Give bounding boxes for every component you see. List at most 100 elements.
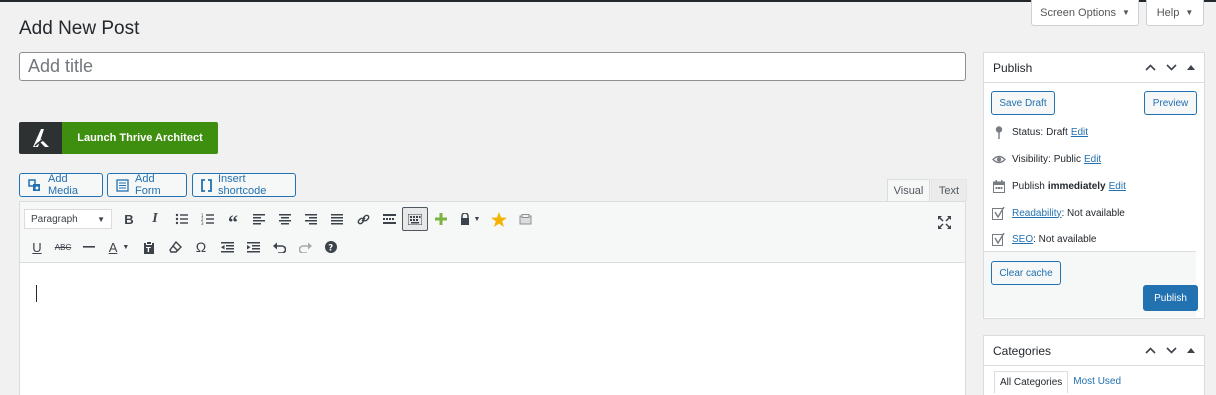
svg-text:3: 3 bbox=[201, 221, 204, 225]
publish-actions: Clear cache Publish bbox=[984, 251, 1198, 317]
pin-icon bbox=[992, 125, 1006, 139]
visibility-edit-link[interactable]: Edit bbox=[1084, 154, 1101, 165]
yoast-seo-icon bbox=[992, 232, 1006, 246]
help-icon[interactable]: ? bbox=[318, 235, 344, 259]
chevron-up-icon[interactable] bbox=[1145, 64, 1156, 71]
numbered-list-icon[interactable]: 123 bbox=[194, 207, 220, 231]
page-title: Add New Post bbox=[19, 18, 140, 39]
chevron-up-icon[interactable] bbox=[1145, 347, 1156, 354]
status-label: Status: bbox=[1012, 126, 1044, 138]
readability-link[interactable]: Readability bbox=[1012, 208, 1061, 219]
add-media-label: Add Media bbox=[48, 173, 78, 197]
text-color-icon[interactable]: A ▼ bbox=[102, 235, 136, 259]
categories-box-controls bbox=[1145, 347, 1195, 354]
insert-shortcode-label: Insert shortcode bbox=[218, 173, 267, 197]
paste-text-icon[interactable]: T bbox=[136, 235, 162, 259]
format-select[interactable]: Paragraph ▼ bbox=[24, 209, 112, 229]
kitchen-sink-icon[interactable] bbox=[402, 207, 428, 231]
status-value: Draft bbox=[1046, 126, 1068, 138]
thrive-button-label: Launch Thrive Architect bbox=[62, 122, 218, 154]
visibility-label: Visibility: bbox=[1012, 153, 1051, 165]
status-row: Status: Draft Edit bbox=[992, 125, 1088, 139]
tab-text[interactable]: Text bbox=[931, 179, 967, 201]
add-form-button[interactable]: Add Form bbox=[107, 173, 187, 197]
tab-all-categories[interactable]: All Categories bbox=[994, 371, 1069, 393]
publish-button[interactable]: Publish bbox=[1143, 285, 1198, 311]
align-right-icon[interactable] bbox=[298, 207, 324, 231]
text-cursor bbox=[36, 285, 37, 302]
seo-value: : Not available bbox=[1033, 233, 1097, 245]
clear-cache-button[interactable]: Clear cache bbox=[991, 261, 1061, 285]
categories-box-header: Categories bbox=[984, 336, 1204, 366]
toolbar-row-2: U ABC A ▼ T Ω ? bbox=[24, 235, 344, 259]
help-button[interactable]: Help ▼ bbox=[1146, 0, 1204, 26]
categories-box: Categories All Categories Most Used bbox=[983, 335, 1205, 395]
screen-options-button[interactable]: Screen Options ▼ bbox=[1031, 0, 1139, 26]
publish-box-title: Publish bbox=[993, 60, 1033, 75]
publish-date-edit-link[interactable]: Edit bbox=[1109, 181, 1126, 192]
categories-tabs: All Categories Most Used bbox=[994, 371, 1126, 393]
publish-label: Publish bbox=[1012, 180, 1045, 192]
readability-row: Readability : Not available bbox=[992, 206, 1125, 220]
tab-visual[interactable]: Visual bbox=[887, 179, 930, 201]
seo-link[interactable]: SEO bbox=[1012, 234, 1033, 245]
caret-down-icon: ▼ bbox=[122, 243, 130, 251]
fullscreen-expand-icon[interactable] bbox=[931, 210, 957, 234]
visibility-value: Public bbox=[1053, 153, 1081, 165]
save-draft-button[interactable]: Save Draft bbox=[991, 91, 1055, 115]
status-edit-link[interactable]: Edit bbox=[1071, 127, 1088, 138]
caret-down-icon: ▼ bbox=[97, 214, 105, 224]
editor-toolbar: Paragraph ▼ B I 123 “ ▼ U ABC A ▼ T Ω ? bbox=[20, 202, 965, 263]
add-form-label: Add Form bbox=[135, 173, 161, 197]
underline-icon[interactable]: U bbox=[24, 235, 50, 259]
yoast-readability-icon bbox=[992, 206, 1006, 220]
shortcode-brackets-icon bbox=[201, 178, 212, 192]
post-title-input[interactable] bbox=[19, 52, 966, 81]
add-media-icon bbox=[28, 178, 40, 191]
italic-icon[interactable]: I bbox=[142, 207, 168, 231]
insert-shortcode-button[interactable]: Insert shortcode bbox=[192, 173, 296, 197]
preview-button[interactable]: Preview bbox=[1144, 91, 1197, 115]
svg-text:?: ? bbox=[328, 244, 333, 254]
caret-down-icon: ▼ bbox=[1185, 8, 1194, 17]
blockquote-icon[interactable]: “ bbox=[220, 207, 246, 234]
lock-icon[interactable]: ▼ bbox=[454, 207, 486, 231]
format-select-value: Paragraph bbox=[31, 213, 78, 225]
readability-value: : Not available bbox=[1061, 207, 1125, 219]
align-left-icon[interactable] bbox=[246, 207, 272, 231]
toolbar-toggle-icon[interactable] bbox=[376, 207, 402, 231]
caret-down-icon: ▼ bbox=[473, 215, 481, 223]
tab-most-used[interactable]: Most Used bbox=[1068, 371, 1126, 393]
collapse-toggle-icon[interactable] bbox=[1187, 65, 1195, 70]
add-media-button[interactable]: Add Media bbox=[19, 173, 103, 197]
collapse-toggle-icon[interactable] bbox=[1187, 348, 1195, 353]
svg-text:T: T bbox=[146, 246, 151, 254]
box-icon[interactable] bbox=[512, 207, 538, 231]
redo-icon[interactable] bbox=[292, 235, 318, 259]
chevron-down-icon[interactable] bbox=[1166, 64, 1177, 71]
thrive-logo-icon bbox=[19, 122, 62, 154]
chevron-down-icon[interactable] bbox=[1166, 347, 1177, 354]
publish-value: immediately bbox=[1047, 180, 1106, 192]
strikethrough-icon[interactable]: ABC bbox=[50, 235, 76, 259]
seo-row: SEO : Not available bbox=[992, 232, 1097, 246]
bold-icon[interactable]: B bbox=[116, 207, 142, 231]
outdent-icon[interactable] bbox=[214, 235, 240, 259]
align-justify-icon[interactable] bbox=[324, 207, 350, 231]
star-icon[interactable] bbox=[486, 207, 512, 231]
bullet-list-icon[interactable] bbox=[168, 207, 194, 231]
indent-icon[interactable] bbox=[240, 235, 266, 259]
publish-box: Publish Save Draft Preview Status: Draft… bbox=[983, 52, 1205, 319]
screen-options-label: Screen Options bbox=[1040, 6, 1116, 19]
help-label: Help bbox=[1156, 6, 1180, 19]
special-character-icon[interactable]: Ω bbox=[188, 235, 214, 259]
plus-icon[interactable] bbox=[428, 207, 454, 231]
publish-box-header: Publish bbox=[984, 53, 1204, 83]
launch-thrive-architect-button[interactable]: Launch Thrive Architect bbox=[19, 122, 218, 154]
clear-formatting-icon[interactable] bbox=[162, 235, 188, 259]
align-center-icon[interactable] bbox=[272, 207, 298, 231]
horizontal-line-icon[interactable] bbox=[76, 235, 102, 259]
editor-content-area[interactable] bbox=[20, 264, 965, 395]
undo-icon[interactable] bbox=[266, 235, 292, 259]
link-icon[interactable] bbox=[350, 207, 376, 231]
